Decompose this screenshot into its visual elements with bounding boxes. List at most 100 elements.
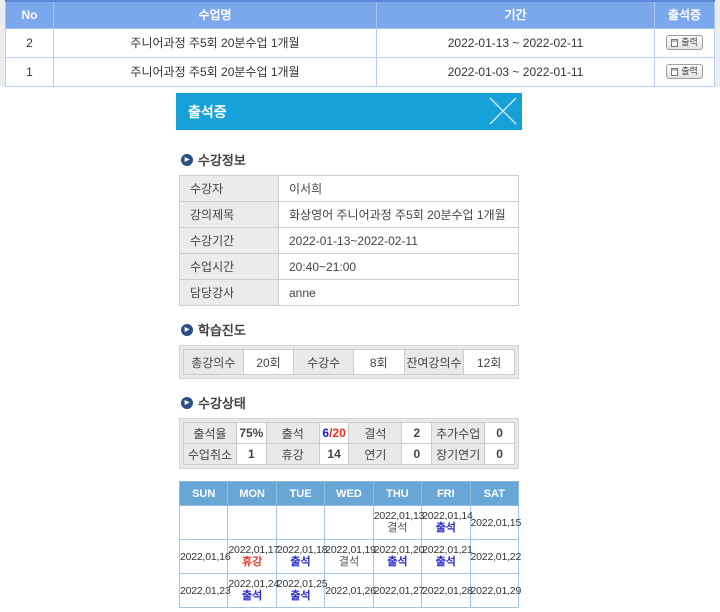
- popup-body: ▶ 수강정보 수강자이서희강의제목화상영어 주니어과정 주5회 20분수업 1개…: [176, 150, 522, 612]
- status-table: 출석율75%출석6/20결석2추가수업0수업취소1휴강14연기0장기연기0: [183, 422, 515, 465]
- calendar-date: 2022,01,25: [277, 578, 324, 590]
- section-title-label: 학습진도: [198, 320, 246, 339]
- column-header-no: No: [6, 1, 54, 28]
- calendar-status: 출석: [374, 556, 421, 569]
- calendar-date: 2022,01,15: [471, 517, 518, 529]
- status-value: 2: [402, 423, 432, 444]
- status-label: 장기연기: [432, 444, 485, 465]
- cell-period: 2022-01-03 ~ 2022-01-11: [377, 57, 655, 86]
- info-label: 수강기간: [180, 228, 279, 254]
- status-value: 0: [485, 423, 515, 444]
- cell-no: 1: [6, 57, 54, 86]
- calendar-day-cell: 2022,01,15: [470, 506, 518, 540]
- calendar-date: 2022,01,21: [422, 544, 469, 556]
- cell-certificate: 출력: [655, 28, 715, 57]
- calendar-day-cell: 2022,01,21출석: [422, 540, 470, 574]
- print-button-label: 출력: [681, 38, 698, 47]
- calendar-day-cell: 2022,01,24출석: [228, 574, 276, 608]
- info-value: 화상영어 주니어과정 주5회 20분수업 1개월: [279, 202, 519, 228]
- course-table-header-row: No 수업명 기간 출석증: [6, 1, 715, 28]
- calendar-date: 2022,01,20: [374, 544, 421, 556]
- calendar-day-cell: 2022,01,28: [422, 574, 470, 608]
- calendar-date: 2022,01,26: [325, 585, 372, 597]
- print-button-label: 출력: [681, 67, 698, 76]
- calendar-day-cell: 2022,01,16: [180, 540, 228, 574]
- info-row: 담당강사anne: [180, 280, 519, 306]
- info-value: 2022-01-13~2022-02-11: [279, 228, 519, 254]
- print-button[interactable]: 출력: [666, 35, 703, 50]
- calendar-day-cell: 2022,01,26: [325, 574, 373, 608]
- calendar-date: 2022,01,28: [422, 585, 469, 597]
- info-label: 담당강사: [180, 280, 279, 306]
- status-label: 휴강: [266, 444, 319, 465]
- calendar-day-cell: 2022,01,14출석: [422, 506, 470, 540]
- cell-course-name: 주니어과정 주5회 20분수업 1개월: [54, 28, 377, 57]
- calendar-status: 휴강: [228, 556, 275, 569]
- table-row: 2주니어과정 주5회 20분수업 1개월2022-01-13 ~ 2022-02…: [6, 28, 715, 57]
- info-row: 수강자이서희: [180, 176, 519, 202]
- calendar-day-cell: 2022,01,18출석: [276, 540, 324, 574]
- calendar-day-cell: 2022,01,19결석: [325, 540, 373, 574]
- status-row: 수업취소1휴강14연기0장기연기0: [184, 444, 515, 465]
- progress-value: 20회: [243, 350, 294, 375]
- calendar-day-cell: 2022,01,22: [470, 540, 518, 574]
- calendar-status: 출석: [422, 522, 469, 535]
- cell-course-name: 주니어과정 주5회 20분수업 1개월: [54, 57, 377, 86]
- calendar-date: 2022,01,27: [374, 585, 421, 597]
- section-title-label: 수강정보: [198, 150, 246, 169]
- calendar-week-row: 2022,01,232022,01,24출석2022,01,25출석2022,0…: [180, 574, 519, 608]
- close-icon[interactable]: [486, 94, 520, 128]
- calendar-day-cell: [276, 506, 324, 540]
- progress-table: 총강의수20회수강수8회잔여강의수12회: [183, 349, 515, 375]
- progress-row: 총강의수20회수강수8회잔여강의수12회: [184, 350, 515, 375]
- status-value: 75%: [236, 423, 266, 444]
- status-value: 1: [236, 444, 266, 465]
- table-row: 1주니어과정 주5회 20분수업 1개월2022-01-03 ~ 2022-01…: [6, 57, 715, 86]
- calendar-status: 출석: [422, 556, 469, 569]
- status-value: 14: [319, 444, 349, 465]
- calendar-day-header: SAT: [470, 482, 518, 506]
- section-title-course-info: ▶ 수강정보: [181, 150, 519, 169]
- print-button[interactable]: 출력: [666, 64, 703, 79]
- status-value: 0: [402, 444, 432, 465]
- section-title-status: ▶ 수강상태: [181, 393, 519, 412]
- progress-label: 잔여강의수: [404, 350, 464, 375]
- print-icon: [671, 39, 678, 47]
- calendar-date: 2022,01,22: [471, 551, 518, 563]
- calendar-day-cell: 2022,01,25출석: [276, 574, 324, 608]
- calendar-date: 2022,01,18: [277, 544, 324, 556]
- progress-frame: 총강의수20회수강수8회잔여강의수12회: [179, 345, 519, 379]
- print-icon: [671, 68, 678, 76]
- popup-title: 출석증: [188, 102, 227, 122]
- calendar-date: 2022,01,19: [325, 544, 372, 556]
- course-info-table: 수강자이서희강의제목화상영어 주니어과정 주5회 20분수업 1개월수강기간20…: [179, 175, 519, 306]
- course-table: No 수업명 기간 출석증 2주니어과정 주5회 20분수업 1개월2022-0…: [5, 0, 715, 87]
- status-label: 출석: [266, 423, 319, 444]
- progress-label: 수강수: [294, 350, 354, 375]
- calendar-week-row: 2022,01,162022,01,17휴강2022,01,18출석2022,0…: [180, 540, 519, 574]
- info-row: 강의제목화상영어 주니어과정 주5회 20분수업 1개월: [180, 202, 519, 228]
- calendar-status: 출석: [277, 590, 324, 603]
- cell-no: 2: [6, 28, 54, 57]
- calendar-status: 출석: [228, 590, 275, 603]
- bullet-arrow-icon: ▶: [181, 397, 193, 409]
- course-list-section: No 수업명 기간 출석증 2주니어과정 주5회 20분수업 1개월2022-0…: [0, 0, 720, 87]
- bullet-arrow-icon: ▶: [181, 324, 193, 336]
- calendar-day-header: SUN: [180, 482, 228, 506]
- info-value: 20:40~21:00: [279, 254, 519, 280]
- status-label: 연기: [349, 444, 402, 465]
- calendar-day-cell: 2022,01,17휴강: [228, 540, 276, 574]
- column-header-course-name: 수업명: [54, 1, 377, 28]
- calendar-date: 2022,01,23: [180, 585, 227, 597]
- status-label: 수업취소: [184, 444, 237, 465]
- calendar-day-header: TUE: [276, 482, 324, 506]
- status-label: 결석: [349, 423, 402, 444]
- calendar-day-cell: [325, 506, 373, 540]
- info-row: 수업시간20:40~21:00: [180, 254, 519, 280]
- bullet-arrow-icon: ▶: [181, 154, 193, 166]
- info-value: anne: [279, 280, 519, 306]
- calendar-date: 2022,01,17: [228, 544, 275, 556]
- calendar-day-cell: [228, 506, 276, 540]
- calendar-date: 2022,01,24: [228, 578, 275, 590]
- column-header-certificate: 출석증: [655, 1, 715, 28]
